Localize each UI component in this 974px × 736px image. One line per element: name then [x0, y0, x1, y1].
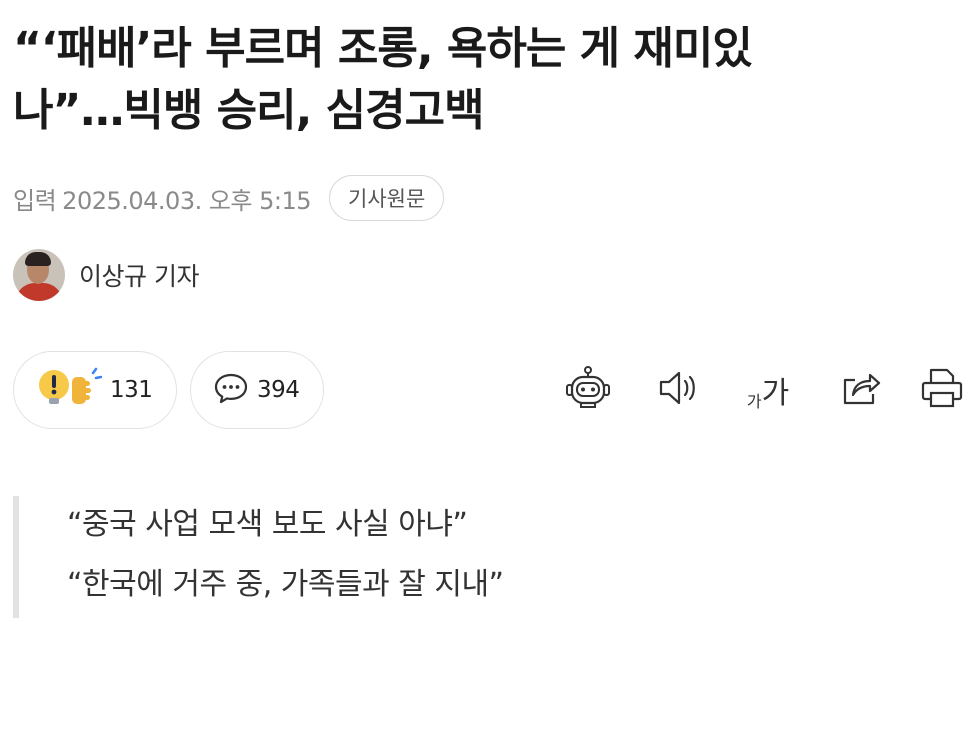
print-button[interactable] — [917, 365, 967, 415]
comment-count: 394 — [257, 377, 300, 403]
speech-bubble-icon — [213, 370, 249, 410]
font-size-button[interactable]: 가가 — [743, 365, 793, 415]
speaker-icon — [657, 368, 701, 412]
share-icon — [839, 368, 881, 412]
share-button[interactable] — [835, 365, 885, 415]
published-date: 2025.04.03. 오후 5:15 — [62, 186, 312, 215]
article-meta: 입력 2025.04.03. 오후 5:15 기사원문 — [13, 174, 445, 222]
listen-button[interactable] — [654, 365, 704, 415]
subheadline-block: “중국 사업 모색 보도 사실 아냐” “한국에 거주 중, 가족들과 잘 지내… — [13, 496, 504, 618]
subheadline-1: “중국 사업 모색 보도 사실 아냐” — [67, 507, 468, 542]
comment-button[interactable]: 394 — [190, 351, 324, 429]
reaction-button[interactable]: 131 — [13, 351, 177, 429]
headline-line-2: 나”…빅뱅 승리, 심경고백 — [13, 85, 485, 136]
reporter-name[interactable]: 이상규 기자 — [79, 257, 199, 293]
printer-icon — [920, 367, 964, 413]
published-label: 입력 — [13, 186, 57, 215]
font-large-glyph: 가 — [761, 376, 790, 411]
lightbulb-exclaim-icon — [36, 367, 103, 413]
subheadline-2: “한국에 거주 중, 가족들과 잘 지내” — [67, 567, 504, 602]
original-article-button[interactable]: 기사원문 — [329, 175, 445, 221]
summary-bot-button[interactable] — [563, 365, 613, 415]
reaction-count: 131 — [110, 377, 153, 403]
font-size-icon: 가가 — [747, 368, 789, 412]
headline-line-1: “‘패배’라 부르며 조롱, 욕하는 게 재미있 — [13, 23, 753, 74]
avatar[interactable] — [13, 249, 65, 301]
headline: “‘패배’라 부르며 조롱, 욕하는 게 재미있 나”…빅뱅 승리, 심경고백 — [13, 18, 963, 142]
reporter[interactable]: 이상규 기자 — [13, 249, 199, 301]
robot-icon — [564, 366, 612, 414]
action-bar: 131 394 가가 — [13, 351, 963, 429]
font-small-glyph: 가 — [746, 392, 762, 411]
